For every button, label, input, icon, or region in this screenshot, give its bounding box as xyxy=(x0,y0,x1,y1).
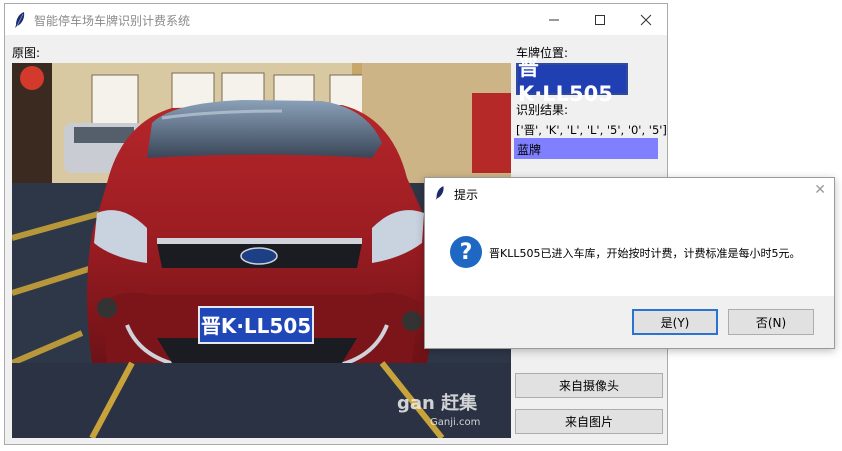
maximize-icon xyxy=(595,14,605,25)
recognition-result-chars: ['晋', 'K', 'L', 'L', '5', '0', '5'] xyxy=(516,123,667,137)
question-icon: ? xyxy=(450,236,482,268)
no-button[interactable]: 否(N) xyxy=(728,309,814,335)
close-icon xyxy=(640,14,652,25)
original-image-label: 原图: xyxy=(12,46,41,60)
minimize-icon xyxy=(549,19,559,20)
watermark-brand: gan 赶集 xyxy=(397,392,478,414)
title-bar[interactable]: 智能停车场车牌识别计费系统 xyxy=(5,4,667,35)
dialog-message: 晋KLL505已进入车库，开始按时计费，计费标准是每小时5元。 xyxy=(489,247,801,260)
dialog-close-icon[interactable]: ✕ xyxy=(814,182,826,198)
plate-crop-image: 晋K·LL505 xyxy=(516,56,628,106)
maximize-button[interactable] xyxy=(577,4,623,35)
plate-color-label: 蓝牌 xyxy=(514,138,658,159)
from-image-button[interactable]: 来自图片 xyxy=(515,409,663,434)
dialog-title: 提示 xyxy=(454,188,479,202)
from-camera-button[interactable]: 来自摄像头 xyxy=(515,373,663,398)
recognition-result-label: 识别结果: xyxy=(516,103,569,117)
prompt-dialog: 提示 ✕ ? 晋KLL505已进入车库，开始按时计费，计费标准是每小时5元。 是… xyxy=(424,177,835,349)
close-button[interactable] xyxy=(623,4,669,35)
feather-icon xyxy=(15,12,25,28)
yes-button[interactable]: 是(Y) xyxy=(632,309,718,335)
feather-icon xyxy=(435,186,444,200)
photo-plate-text: 晋K·LL505 xyxy=(201,314,311,338)
watermark-url: Ganji.com xyxy=(430,417,480,428)
minimize-button[interactable] xyxy=(531,4,577,35)
window-title: 智能停车场车牌识别计费系统 xyxy=(34,14,191,28)
